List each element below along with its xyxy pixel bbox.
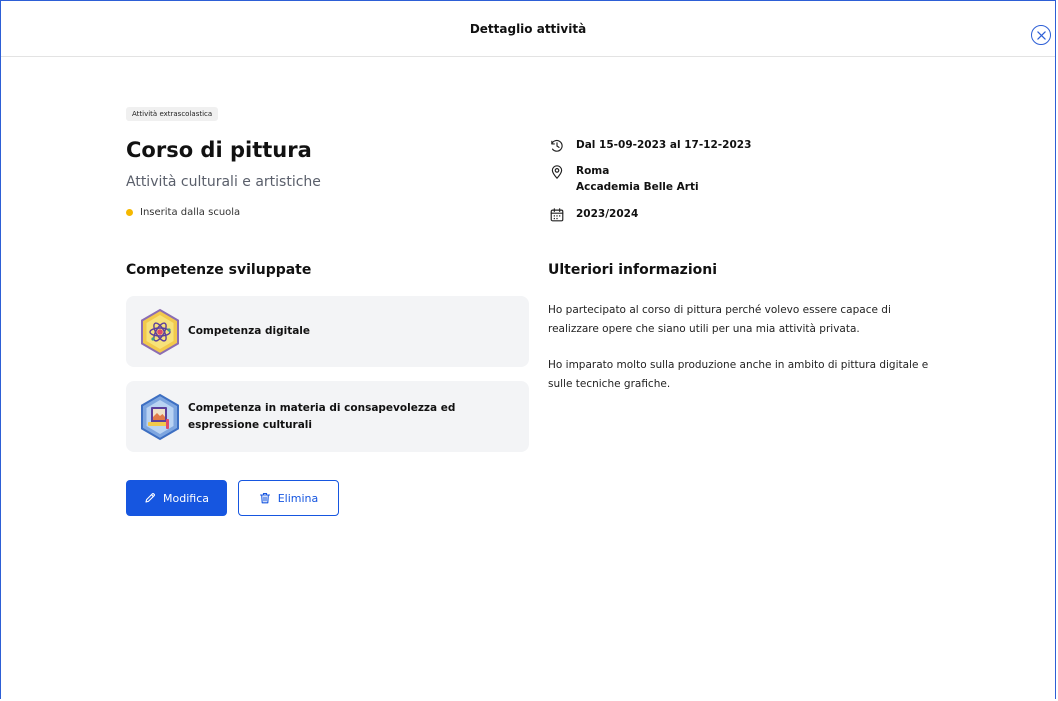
- location-row: Roma Accademia Belle Arti: [548, 163, 699, 195]
- school-year-text: 2023/2024: [576, 208, 639, 220]
- delete-button-label: Elimina: [277, 491, 319, 505]
- competences-title: Competenze sviluppate: [126, 262, 312, 278]
- activity-detail-modal: Dettaglio attività Attività extrascolast…: [0, 0, 1056, 699]
- more-info-line: Ho partecipato al corso di pittura perch…: [548, 304, 891, 316]
- activity-category: Attività culturali e artistiche: [126, 174, 321, 190]
- close-icon: [1036, 30, 1046, 40]
- trash-icon: [259, 492, 270, 504]
- dates-text: Dal 15-09-2023 al 17-12-2023: [576, 139, 752, 151]
- competence-label-line2: espressione culturali: [188, 418, 313, 431]
- more-info-title: Ulteriori informazioni: [548, 262, 717, 278]
- competence-card: Competenza digitale: [126, 296, 529, 367]
- location-pin-icon: [548, 163, 566, 181]
- competence-label: Competenza digitale: [188, 325, 311, 337]
- history-clock-icon: [548, 137, 566, 155]
- more-info-line: realizzare opere che siano utili per una…: [548, 323, 860, 335]
- close-button[interactable]: [1031, 25, 1051, 45]
- more-info-line: Ho imparato molto sulla produzione anche…: [548, 359, 929, 371]
- school-year-row: 2023/2024: [548, 206, 638, 224]
- location-city: Roma: [576, 165, 610, 177]
- dates-row: Dal 15-09-2023 al 17-12-2023: [548, 137, 751, 155]
- delete-button[interactable]: Elimina: [238, 480, 339, 516]
- more-info-paragraph: Ho partecipato al corso di pittura perch…: [548, 301, 948, 339]
- edit-button[interactable]: Modifica: [126, 480, 227, 516]
- digital-competence-badge-icon: [138, 308, 182, 356]
- location-place: Accademia Belle Arti: [576, 181, 699, 193]
- more-info-line: sulle tecniche grafiche.: [548, 378, 671, 390]
- activity-title: Corso di pittura: [126, 138, 312, 162]
- more-info-text: Ho partecipato al corso di pittura perch…: [548, 301, 948, 411]
- modal-header: Dettaglio attività: [1, 1, 1055, 57]
- calendar-icon: [548, 206, 566, 224]
- pencil-icon: [145, 493, 155, 503]
- more-info-paragraph: Ho imparato molto sulla produzione anche…: [548, 356, 948, 394]
- competence-label-line1: Competenza in materia di consapevolezza …: [188, 401, 456, 414]
- cultural-competence-badge-icon: [138, 393, 182, 441]
- status-label: Inserita dalla scuola: [140, 207, 241, 218]
- status-dot-icon: [126, 209, 133, 216]
- modal-title: Dettaglio attività: [469, 22, 587, 36]
- status-badge: Inserita dalla scuola: [126, 207, 240, 218]
- edit-button-label: Modifica: [163, 491, 209, 505]
- competence-card: Competenza in materia di consapevolezza …: [126, 381, 529, 452]
- activity-type-tag: Attività extrascolastica: [126, 107, 219, 121]
